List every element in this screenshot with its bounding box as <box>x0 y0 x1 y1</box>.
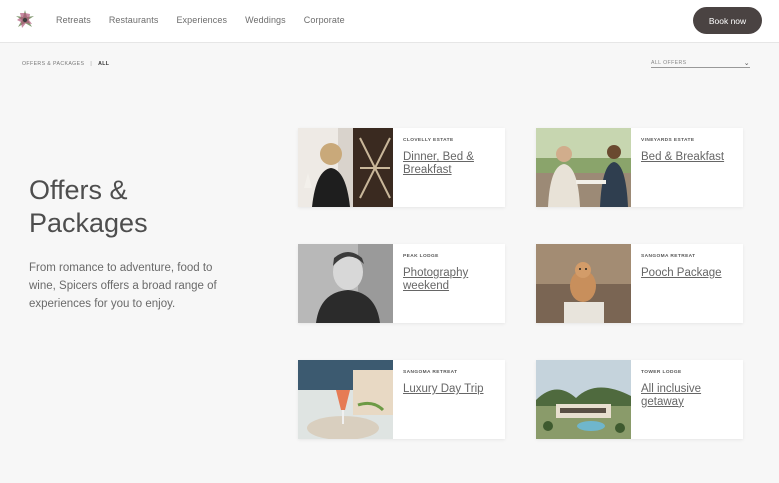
offer-card[interactable]: PEAK LODGE Photography weekend <box>298 244 505 323</box>
offer-image-cocktail <box>298 360 393 439</box>
book-now-button[interactable]: Book now <box>693 7 762 34</box>
nav-restaurants[interactable]: Restaurants <box>109 15 159 25</box>
nav-weddings[interactable]: Weddings <box>245 15 286 25</box>
offer-name-link[interactable]: Luxury Day Trip <box>403 383 503 396</box>
offer-location: TOWER LODGE <box>641 370 682 375</box>
offer-image-dining <box>298 128 393 207</box>
chevron-down-icon: ⌄ <box>743 60 750 67</box>
offer-filter-value: ALL OFFERS <box>651 60 687 66</box>
offer-location: VINEYARDS ESTATE <box>641 138 695 143</box>
page-title: Offers & Packages <box>29 175 148 238</box>
offer-name-link[interactable]: All inclusive getaway <box>641 383 741 408</box>
breadcrumb-parent[interactable]: OFFERS & PACKAGES <box>22 61 84 67</box>
breadcrumb-current: ALL <box>98 61 110 67</box>
main-nav: Retreats Restaurants Experiences Wedding… <box>56 15 363 25</box>
offer-filter-select[interactable]: ALL OFFERS ⌄ <box>651 60 750 68</box>
breadcrumb: OFFERS & PACKAGES | ALL <box>22 61 109 67</box>
offer-image-vineyard <box>536 128 631 207</box>
nav-corporate[interactable]: Corporate <box>304 15 345 25</box>
breadcrumb-separator: | <box>90 61 93 67</box>
offer-location: PEAK LODGE <box>403 254 439 259</box>
offer-location: SANGOMA RETREAT <box>641 254 696 259</box>
offer-card[interactable]: VINEYARDS ESTATE Bed & Breakfast <box>536 128 743 207</box>
offer-name-link[interactable]: Dinner, Bed & Breakfast <box>403 151 503 176</box>
offer-card[interactable]: TOWER LODGE All inclusive getaway <box>536 360 743 439</box>
offer-card[interactable]: SANGOMA RETREAT Pooch Package <box>536 244 743 323</box>
offer-image-lodge <box>536 360 631 439</box>
nav-experiences[interactable]: Experiences <box>176 15 227 25</box>
offer-location: CLOVELLY ESTATE <box>403 138 454 143</box>
offer-location: SANGOMA RETREAT <box>403 370 458 375</box>
offer-image-portrait <box>298 244 393 323</box>
offer-name-link[interactable]: Photography weekend <box>403 267 503 292</box>
offer-image-dog <box>536 244 631 323</box>
offer-card[interactable]: SANGOMA RETREAT Luxury Day Trip <box>298 360 505 439</box>
site-header: Retreats Restaurants Experiences Wedding… <box>0 0 779 43</box>
offer-name-link[interactable]: Bed & Breakfast <box>641 151 741 164</box>
nav-retreats[interactable]: Retreats <box>56 15 91 25</box>
offer-name-link[interactable]: Pooch Package <box>641 267 741 280</box>
page-intro: From romance to adventure, food to wine,… <box>29 262 217 310</box>
spicers-logo-icon[interactable] <box>14 9 36 31</box>
offer-card[interactable]: CLOVELLY ESTATE Dinner, Bed & Breakfast <box>298 128 505 207</box>
